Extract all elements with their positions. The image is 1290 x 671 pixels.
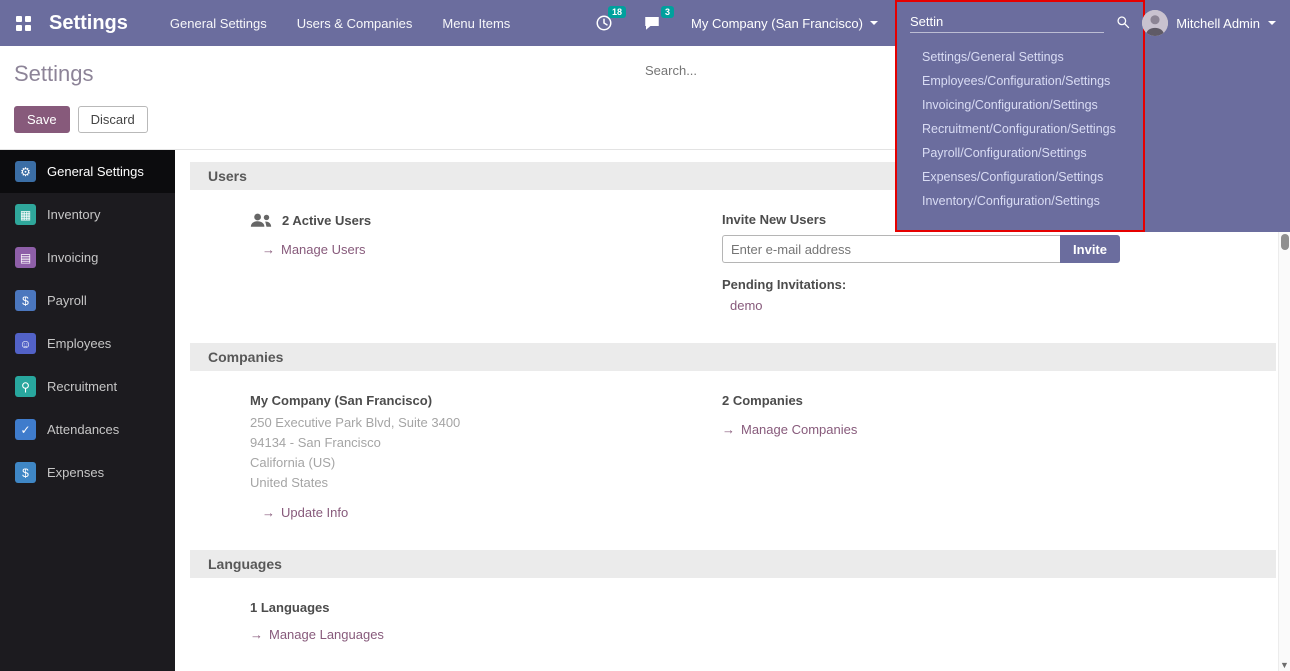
settings-sidebar: ⚙ General Settings ▦ Inventory ▤ Invoicing $ Pa… xyxy=(0,150,175,671)
companies-count: 2 Companies xyxy=(722,393,1276,408)
nav-menu-menu-items[interactable]: Menu Items xyxy=(442,16,510,31)
page-title: Settings xyxy=(14,61,94,87)
sidebar-item-general-settings[interactable]: ⚙ General Settings xyxy=(0,150,175,193)
chevron-down-icon xyxy=(1268,21,1276,25)
chat-bubble-icon xyxy=(643,14,661,32)
languages-section-row: 1 Languages →Manage Languages xyxy=(190,578,1276,671)
scroll-down-arrow-icon[interactable]: ▼ xyxy=(1279,660,1290,670)
sidebar-item-expenses[interactable]: $ Expenses xyxy=(0,451,175,494)
sidebar-item-label: Inventory xyxy=(47,207,100,222)
active-users-count: 2 Active Users xyxy=(282,213,371,228)
scrollbar-thumb[interactable] xyxy=(1281,234,1289,250)
nav-menu-users-companies[interactable]: Users & Companies xyxy=(297,16,413,31)
pending-invitations-list: demo xyxy=(730,298,1276,313)
sidebar-item-payroll[interactable]: $ Payroll xyxy=(0,279,175,322)
sidebar-item-label: Recruitment xyxy=(47,379,117,394)
sidebar-item-recruitment[interactable]: ⚲ Recruitment xyxy=(0,365,175,408)
sidebar-item-label: General Settings xyxy=(47,164,144,179)
user-name: Mitchell Admin xyxy=(1176,16,1260,31)
menu-search-results: Settings/General SettingsEmployees/Confi… xyxy=(897,42,1143,213)
payroll-icon: $ xyxy=(15,290,36,311)
users-icon xyxy=(250,212,272,228)
expenses-icon: $ xyxy=(15,462,36,483)
company-switcher-label: My Company (San Francisco) xyxy=(691,16,863,31)
languages-count: 1 Languages xyxy=(250,600,722,615)
messages-button[interactable]: 3 xyxy=(643,14,661,32)
invoice-icon: ▤ xyxy=(15,247,36,268)
section-header-languages: Languages xyxy=(190,550,1276,578)
search-result-inventory-configuration-settings[interactable]: Inventory/Configuration/Settings xyxy=(897,189,1143,213)
invite-input-group: Invite xyxy=(722,235,1120,263)
sidebar-item-label: Expenses xyxy=(47,465,104,480)
app-title[interactable]: Settings xyxy=(49,12,128,35)
gear-icon: ⚙ xyxy=(15,161,36,182)
nav-menu-general-settings[interactable]: General Settings xyxy=(170,16,267,31)
company-switcher[interactable]: My Company (San Francisco) xyxy=(691,16,878,31)
update-info-link[interactable]: →Update Info xyxy=(262,505,348,520)
company-address: 250 Executive Park Blvd, Suite 340094134… xyxy=(250,413,722,493)
arrow-right-icon: → xyxy=(262,242,275,257)
systray: 18 3 My Company (San Francisco) xyxy=(595,14,878,32)
discard-button[interactable]: Discard xyxy=(78,106,148,133)
sidebar-item-label: Invoicing xyxy=(47,250,98,265)
companies-section-row: My Company (San Francisco) 250 Executive… xyxy=(190,371,1276,550)
menu-search-dropdown: Settings/General SettingsEmployees/Confi… xyxy=(895,0,1145,232)
avatar xyxy=(1142,10,1168,36)
sidebar-item-label: Employees xyxy=(47,336,111,351)
sidebar-item-inventory[interactable]: ▦ Inventory xyxy=(0,193,175,236)
search-result-recruitment-configuration-settings[interactable]: Recruitment/Configuration/Settings xyxy=(897,117,1143,141)
company-address-line: 250 Executive Park Blvd, Suite 3400 xyxy=(250,413,722,433)
arrow-right-icon: → xyxy=(250,627,263,642)
menu-search-row xyxy=(897,2,1143,42)
search-result-settings-general-settings[interactable]: Settings/General Settings xyxy=(897,45,1143,69)
menu-search-input[interactable] xyxy=(910,11,1104,33)
sidebar-item-employees[interactable]: ☺ Employees xyxy=(0,322,175,365)
section-header-companies: Companies xyxy=(190,343,1276,371)
company-name: My Company (San Francisco) xyxy=(250,393,722,408)
invite-button[interactable]: Invite xyxy=(1060,235,1120,263)
search-result-expenses-configuration-settings[interactable]: Expenses/Configuration/Settings xyxy=(897,165,1143,189)
save-button[interactable]: Save xyxy=(14,106,70,133)
search-result-invoicing-configuration-settings[interactable]: Invoicing/Configuration/Settings xyxy=(897,93,1143,117)
message-count-badge: 3 xyxy=(661,6,674,18)
sidebar-item-label: Payroll xyxy=(47,293,87,308)
avatar-image xyxy=(1142,10,1168,36)
activity-count-badge: 18 xyxy=(608,6,626,18)
sidebar-item-invoicing[interactable]: ▤ Invoicing xyxy=(0,236,175,279)
employees-icon: ☺ xyxy=(15,333,36,354)
recruitment-icon: ⚲ xyxy=(15,376,36,397)
navbar-menu: General Settings Users & Companies Menu It… xyxy=(170,16,510,31)
pending-invitations-label: Pending Invitations: xyxy=(722,277,1276,292)
search-result-payroll-configuration-settings[interactable]: Payroll/Configuration/Settings xyxy=(897,141,1143,165)
activities-button[interactable]: 18 xyxy=(595,14,613,32)
user-menu[interactable]: Mitchell Admin xyxy=(1128,0,1290,46)
attendance-icon: ✓ xyxy=(15,419,36,440)
inventory-icon: ▦ xyxy=(15,204,36,225)
dropdown-panel-extension xyxy=(1145,46,1290,232)
arrow-right-icon: → xyxy=(722,422,735,437)
manage-languages-link[interactable]: →Manage Languages xyxy=(250,627,384,642)
company-address-line: United States xyxy=(250,473,722,493)
invite-email-input[interactable] xyxy=(722,235,1060,263)
chevron-down-icon xyxy=(870,21,878,25)
sidebar-item-label: Attendances xyxy=(47,422,119,437)
apps-grid-icon[interactable] xyxy=(16,16,31,31)
sidebar-item-attendances[interactable]: ✓ Attendances xyxy=(0,408,175,451)
manage-companies-link[interactable]: →Manage Companies xyxy=(722,422,857,437)
arrow-right-icon: → xyxy=(262,505,275,520)
company-address-line: 94134 - San Francisco xyxy=(250,433,722,453)
manage-users-link[interactable]: →Manage Users xyxy=(262,242,366,257)
search-result-employees-configuration-settings[interactable]: Employees/Configuration/Settings xyxy=(897,69,1143,93)
company-address-line: California (US) xyxy=(250,453,722,473)
pending-invitation-demo[interactable]: demo xyxy=(730,298,763,313)
control-panel-buttons: Save Discard xyxy=(14,106,148,133)
vertical-scrollbar[interactable]: ▼ xyxy=(1278,232,1290,671)
